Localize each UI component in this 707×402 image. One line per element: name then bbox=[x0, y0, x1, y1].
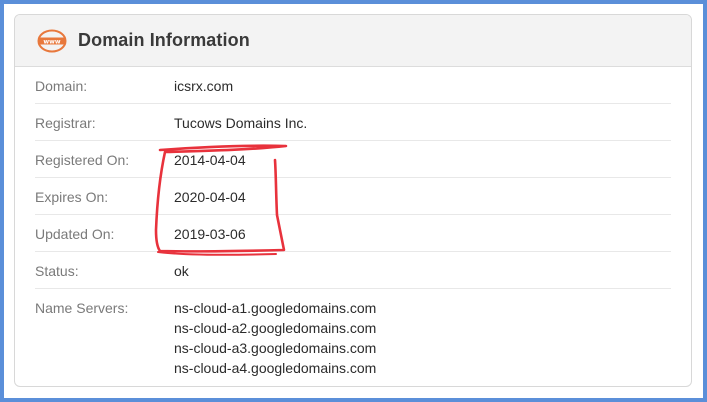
info-rows: Domain: icsrx.com Registrar: Tucows Doma… bbox=[15, 67, 691, 380]
value-status: ok bbox=[174, 263, 189, 279]
label-expires-on: Expires On: bbox=[35, 189, 109, 205]
label-registrar: Registrar: bbox=[35, 115, 96, 131]
row-registered-on: Registered On: 2014-04-04 bbox=[35, 141, 671, 178]
label-status: Status: bbox=[35, 263, 79, 279]
label-name-servers: Name Servers: bbox=[35, 300, 129, 316]
card-title: Domain Information bbox=[78, 30, 250, 50]
label-domain: Domain: bbox=[35, 78, 88, 94]
card-header: www Domain Information bbox=[15, 15, 691, 67]
value-updated-on: 2019-03-06 bbox=[174, 226, 246, 242]
row-expires-on: Expires On: 2020-04-04 bbox=[35, 178, 671, 215]
name-server-item: ns-cloud-a2.googledomains.com bbox=[174, 320, 377, 336]
screenshot-canvas: www Domain Information Domain: icsrx.com… bbox=[4, 4, 703, 398]
value-expires-on: 2020-04-04 bbox=[174, 189, 246, 205]
row-name-servers: Name Servers: ns-cloud-a1.googledomains.… bbox=[35, 289, 671, 380]
label-updated-on: Updated On: bbox=[35, 226, 115, 242]
row-updated-on: Updated On: 2019-03-06 bbox=[35, 215, 671, 252]
value-registrar: Tucows Domains Inc. bbox=[174, 115, 308, 131]
name-server-item: ns-cloud-a3.googledomains.com bbox=[174, 340, 377, 356]
row-domain: Domain: icsrx.com bbox=[35, 67, 671, 104]
svg-text:www: www bbox=[43, 38, 60, 45]
name-server-list: ns-cloud-a1.googledomains.com ns-cloud-a… bbox=[174, 300, 376, 380]
www-icon: www bbox=[37, 29, 67, 53]
name-server-item: ns-cloud-a1.googledomains.com bbox=[174, 300, 377, 316]
row-registrar: Registrar: Tucows Domains Inc. bbox=[35, 104, 671, 141]
domain-info-card: www Domain Information Domain: icsrx.com… bbox=[14, 14, 692, 387]
name-server-item: ns-cloud-a4.googledomains.com bbox=[174, 360, 377, 376]
value-registered-on: 2014-04-04 bbox=[174, 152, 246, 168]
value-domain: icsrx.com bbox=[174, 78, 234, 94]
label-registered-on: Registered On: bbox=[35, 152, 130, 168]
row-status: Status: ok bbox=[35, 252, 671, 289]
